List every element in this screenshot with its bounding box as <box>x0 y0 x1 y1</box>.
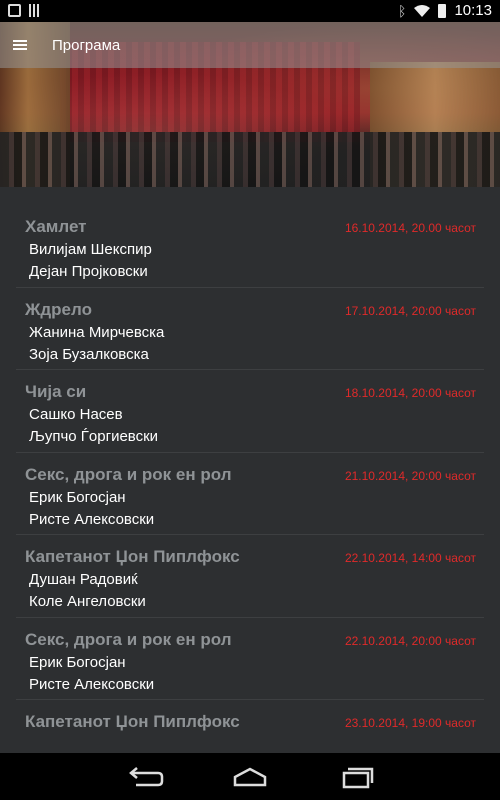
battery-icon <box>438 4 447 18</box>
app-bar: Програма <box>0 22 500 68</box>
event-director: Ристе Алексовски <box>29 675 155 693</box>
event-director: Коле Ангеловски <box>29 593 146 610</box>
list-item[interactable]: Чија си 18.10.2014, 20:00 часот Сашко На… <box>16 370 484 453</box>
event-list: Хамлет 16.10.2014, 20.00 часот Вилијам Ш… <box>16 205 484 753</box>
home-icon[interactable] <box>225 761 275 793</box>
event-title: Секс, дрога и рок ен рол <box>25 629 232 649</box>
event-author: Вилијам Шекспир <box>29 241 152 258</box>
hamburger-menu-icon[interactable] <box>13 40 27 50</box>
event-date: 17.10.2014, 20:00 часот <box>344 303 476 318</box>
event-title: Хамлет <box>25 217 87 236</box>
event-date: 16.10.2014, 20.00 часот <box>344 221 476 235</box>
event-date: 21.10.2014, 20:00 часот <box>344 468 476 483</box>
event-title: Ждрело <box>25 299 92 319</box>
event-title: Чија си <box>25 382 87 401</box>
back-icon[interactable] <box>120 761 170 793</box>
status-bar: ᛒ 10:13 <box>0 0 500 22</box>
event-date: 22.10.2014, 14:00 часот <box>344 551 476 565</box>
event-director: Љупчо Ѓоргиевски <box>29 428 159 445</box>
list-item[interactable]: Капетанот Џон Пиплфокс 23.10.2014, 19:00… <box>16 700 484 753</box>
event-title: Секс, дрога и рок ен рол <box>25 464 232 484</box>
recents-icon[interactable] <box>332 761 382 793</box>
bluetooth-icon: ᛒ <box>398 3 407 19</box>
list-item[interactable]: Ждрело 17.10.2014, 20:00 часот Жанина Ми… <box>16 288 484 370</box>
event-author: Сашко Насев <box>29 406 123 423</box>
event-title: Капетанот Џон Пиплфокс <box>25 547 240 566</box>
event-author: Жанина Мирчевска <box>29 323 165 341</box>
event-list-container[interactable]: Хамлет 16.10.2014, 20.00 часот Вилијам Ш… <box>0 187 500 753</box>
list-item[interactable]: Секс, дрога и рок ен рол 21.10.2014, 20:… <box>16 453 484 535</box>
clock: 10:13 <box>454 2 492 19</box>
event-director: Зоја Бузалковска <box>29 345 149 363</box>
list-item[interactable]: Капетанот Џон Пиплфокс 22.10.2014, 14:00… <box>16 535 484 618</box>
header-image: Програма <box>0 22 500 187</box>
event-director: Дејан Пројковски <box>29 263 148 280</box>
notification-icon <box>8 4 21 17</box>
event-director: Ристе Алексовски <box>29 510 155 528</box>
event-author: Душан Радовиќ <box>29 571 138 588</box>
event-date: 18.10.2014, 20:00 часот <box>344 386 476 400</box>
event-title: Капетанот Џон Пиплфокс <box>25 712 240 731</box>
event-author: Ерик Богосјан <box>29 488 126 506</box>
list-item[interactable]: Хамлет 16.10.2014, 20.00 часот Вилијам Ш… <box>16 205 484 288</box>
list-item[interactable]: Секс, дрога и рок ен рол 22.10.2014, 20:… <box>16 618 484 700</box>
sim-icon <box>29 4 41 17</box>
event-date: 22.10.2014, 20:00 часот <box>344 633 476 648</box>
system-nav-bar <box>0 753 500 800</box>
page-title: Програма <box>52 36 121 54</box>
wifi-icon <box>414 5 431 17</box>
event-date: 23.10.2014, 19:00 часот <box>344 716 476 730</box>
event-author: Ерик Богосјан <box>29 653 126 671</box>
